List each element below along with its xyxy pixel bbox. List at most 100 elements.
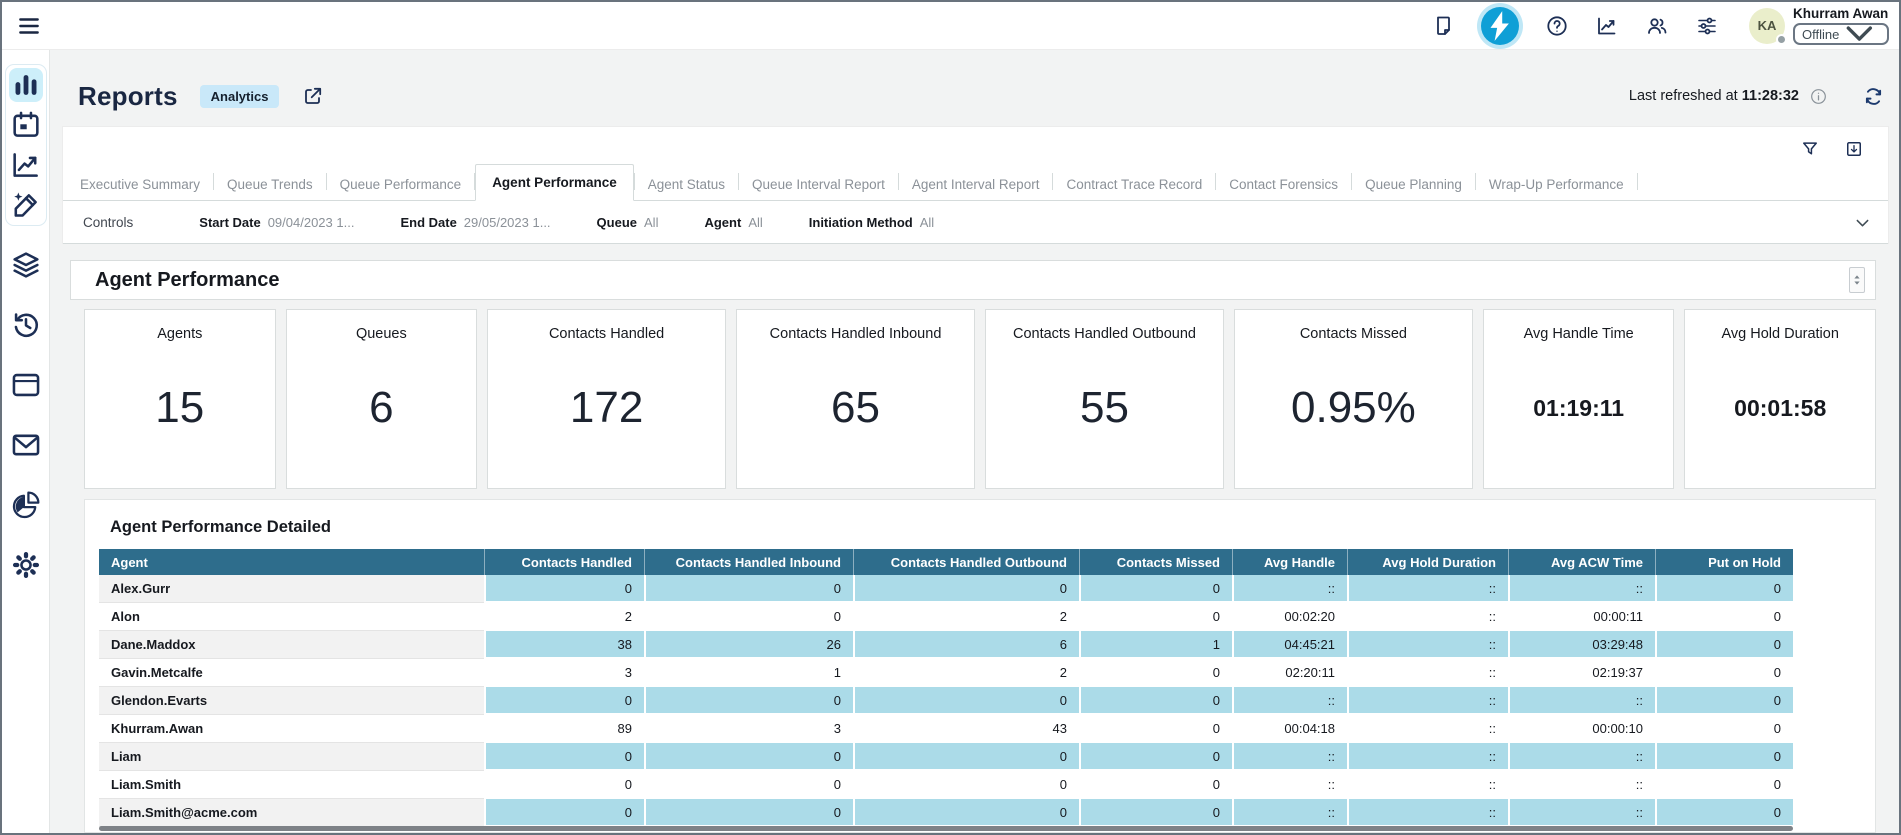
value-cell: :: bbox=[1347, 631, 1508, 659]
filter-end-date[interactable]: End Date29/05/2023 1... bbox=[400, 215, 550, 230]
sidebar-history-icon[interactable] bbox=[9, 308, 43, 342]
report-controls-panel: Executive SummaryQueue TrendsQueue Perfo… bbox=[62, 126, 1889, 244]
value-cell: :: bbox=[1508, 743, 1655, 771]
sidebar-pie-chart-icon[interactable] bbox=[9, 488, 43, 522]
value-cell: 0 bbox=[644, 771, 853, 799]
kpi-value: 55 bbox=[1080, 383, 1129, 433]
users-icon[interactable] bbox=[1645, 14, 1669, 38]
filter-initiation-method[interactable]: Initiation MethodAll bbox=[809, 215, 934, 230]
tab-agent-performance[interactable]: Agent Performance bbox=[475, 164, 634, 201]
kpi-value: 65 bbox=[831, 383, 880, 433]
column-header[interactable]: Put on Hold bbox=[1655, 549, 1793, 575]
external-link-icon[interactable] bbox=[301, 84, 325, 108]
controls-collapse-chevron-icon[interactable] bbox=[1853, 213, 1872, 232]
kpi-card-avg-hold-duration: Avg Hold Duration 00:01:58 bbox=[1684, 309, 1876, 489]
tab-executive-summary[interactable]: Executive Summary bbox=[67, 169, 213, 200]
table-row[interactable]: Glendon.Evarts0000::::::0 bbox=[99, 687, 1793, 715]
tab-queue-planning[interactable]: Queue Planning bbox=[1352, 169, 1475, 200]
value-cell: :: bbox=[1347, 659, 1508, 687]
value-cell: 0 bbox=[853, 799, 1079, 827]
sidebar-gear-icon[interactable] bbox=[9, 548, 43, 582]
column-header[interactable]: Agent bbox=[99, 549, 484, 575]
column-header[interactable]: Avg Hold Duration bbox=[1347, 549, 1508, 575]
kpi-label: Avg Hold Duration bbox=[1722, 326, 1839, 342]
value-cell: 00:00:11 bbox=[1508, 603, 1655, 631]
actions-row bbox=[63, 127, 1888, 163]
tab-agent-status[interactable]: Agent Status bbox=[635, 169, 738, 200]
info-icon[interactable] bbox=[1809, 87, 1828, 106]
column-header[interactable]: Avg Handle bbox=[1232, 549, 1347, 575]
value-cell: 0 bbox=[1079, 715, 1232, 743]
table-row[interactable]: Liam0000::::::0 bbox=[99, 743, 1793, 771]
sliders-icon[interactable] bbox=[1695, 14, 1719, 38]
filter-value: All bbox=[748, 215, 762, 230]
avatar[interactable]: KA bbox=[1749, 8, 1785, 44]
sidebar-window-icon[interactable] bbox=[9, 368, 43, 402]
sidebar-line-chart-icon[interactable] bbox=[9, 148, 43, 182]
column-header[interactable]: Contacts Handled Outbound bbox=[853, 549, 1079, 575]
agent-name-cell: Khurram.Awan bbox=[99, 715, 484, 743]
column-header[interactable]: Contacts Handled bbox=[484, 549, 644, 575]
table-row[interactable]: Liam.Smith@acme.com0000::::::0 bbox=[99, 799, 1793, 827]
table-row[interactable]: Gavin.Metcalfe312002:20:11::02:19:370 bbox=[99, 659, 1793, 687]
detail-title: Agent Performance Detailed bbox=[110, 518, 1861, 537]
value-cell: 1 bbox=[644, 659, 853, 687]
agent-name-cell: Alex.Gurr bbox=[99, 575, 484, 603]
bolt-icon[interactable] bbox=[1481, 7, 1519, 45]
table-row[interactable]: Liam.Smith0000::::::0 bbox=[99, 771, 1793, 799]
tab-wrap-up-performance[interactable]: Wrap-Up Performance bbox=[1476, 169, 1637, 200]
table-row[interactable]: Dane.Maddox38266104:45:21::03:29:480 bbox=[99, 631, 1793, 659]
horizontal-scrollbar[interactable] bbox=[99, 826, 1793, 831]
sidebar-calendar-icon[interactable] bbox=[9, 108, 43, 142]
value-cell: 00:02:20 bbox=[1232, 603, 1347, 631]
status-select[interactable]: Offline bbox=[1793, 23, 1889, 45]
value-cell: 26 bbox=[644, 631, 853, 659]
tab-queue-trends[interactable]: Queue Trends bbox=[214, 169, 326, 200]
kpi-value: 0.95% bbox=[1291, 383, 1416, 433]
refresh-icon[interactable] bbox=[1862, 85, 1885, 108]
value-cell: 0 bbox=[1655, 771, 1793, 799]
column-header[interactable]: Contacts Missed bbox=[1079, 549, 1232, 575]
spinner-stepper[interactable] bbox=[1849, 267, 1865, 293]
tab-separator bbox=[1637, 173, 1638, 190]
help-icon[interactable] bbox=[1545, 14, 1569, 38]
value-cell: 0 bbox=[1079, 799, 1232, 827]
note-icon[interactable] bbox=[1431, 14, 1455, 38]
menu-icon[interactable] bbox=[16, 13, 42, 39]
kpi-value: 01:19:11 bbox=[1533, 395, 1624, 422]
topbar: KA Khurram Awan Offline bbox=[2, 2, 1899, 50]
table-row[interactable]: Alon202000:02:20::00:00:110 bbox=[99, 603, 1793, 631]
table-row[interactable]: Alex.Gurr0000::::::0 bbox=[99, 575, 1793, 603]
agent-name-cell: Gavin.Metcalfe bbox=[99, 659, 484, 687]
detail-panel: Agent Performance Detailed AgentContacts… bbox=[84, 499, 1876, 833]
tab-queue-interval-report[interactable]: Queue Interval Report bbox=[739, 169, 898, 200]
metrics-icon[interactable] bbox=[1595, 14, 1619, 38]
tab-contact-forensics[interactable]: Contact Forensics bbox=[1216, 169, 1351, 200]
filter-start-date[interactable]: Start Date09/04/2023 1... bbox=[199, 215, 354, 230]
value-cell: :: bbox=[1508, 799, 1655, 827]
kpi-card-avg-handle-time: Avg Handle Time01:19:11 bbox=[1483, 309, 1675, 489]
tab-contract-trace-record[interactable]: Contract Trace Record bbox=[1053, 169, 1215, 200]
download-icon[interactable] bbox=[1844, 139, 1864, 159]
tab-queue-performance[interactable]: Queue Performance bbox=[327, 169, 475, 200]
sidebar-bar-chart-icon[interactable] bbox=[9, 68, 43, 102]
sidebar-mail-icon[interactable] bbox=[9, 428, 43, 462]
section-title: Agent Performance bbox=[95, 269, 280, 292]
kpi-value: 00:01:58 bbox=[1734, 395, 1826, 422]
table-row[interactable]: Khurram.Awan89343000:04:18::00:00:100 bbox=[99, 715, 1793, 743]
filter-icon[interactable] bbox=[1800, 139, 1820, 159]
value-cell: 0 bbox=[853, 743, 1079, 771]
value-cell: :: bbox=[1232, 687, 1347, 715]
column-header[interactable]: Avg ACW Time bbox=[1508, 549, 1655, 575]
table-header-row: AgentContacts HandledContacts Handled In… bbox=[99, 549, 1793, 575]
filter-value: 09/04/2023 1... bbox=[268, 215, 355, 230]
value-cell: :: bbox=[1347, 743, 1508, 771]
tab-agent-interval-report[interactable]: Agent Interval Report bbox=[899, 169, 1053, 200]
column-header[interactable]: Contacts Handled Inbound bbox=[644, 549, 853, 575]
value-cell: :: bbox=[1232, 575, 1347, 603]
filter-queue[interactable]: QueueAll bbox=[597, 215, 659, 230]
value-cell: :: bbox=[1347, 687, 1508, 715]
sidebar-layers-icon[interactable] bbox=[9, 248, 43, 282]
sidebar-design-icon[interactable] bbox=[9, 188, 43, 222]
filter-agent[interactable]: AgentAll bbox=[704, 215, 762, 230]
